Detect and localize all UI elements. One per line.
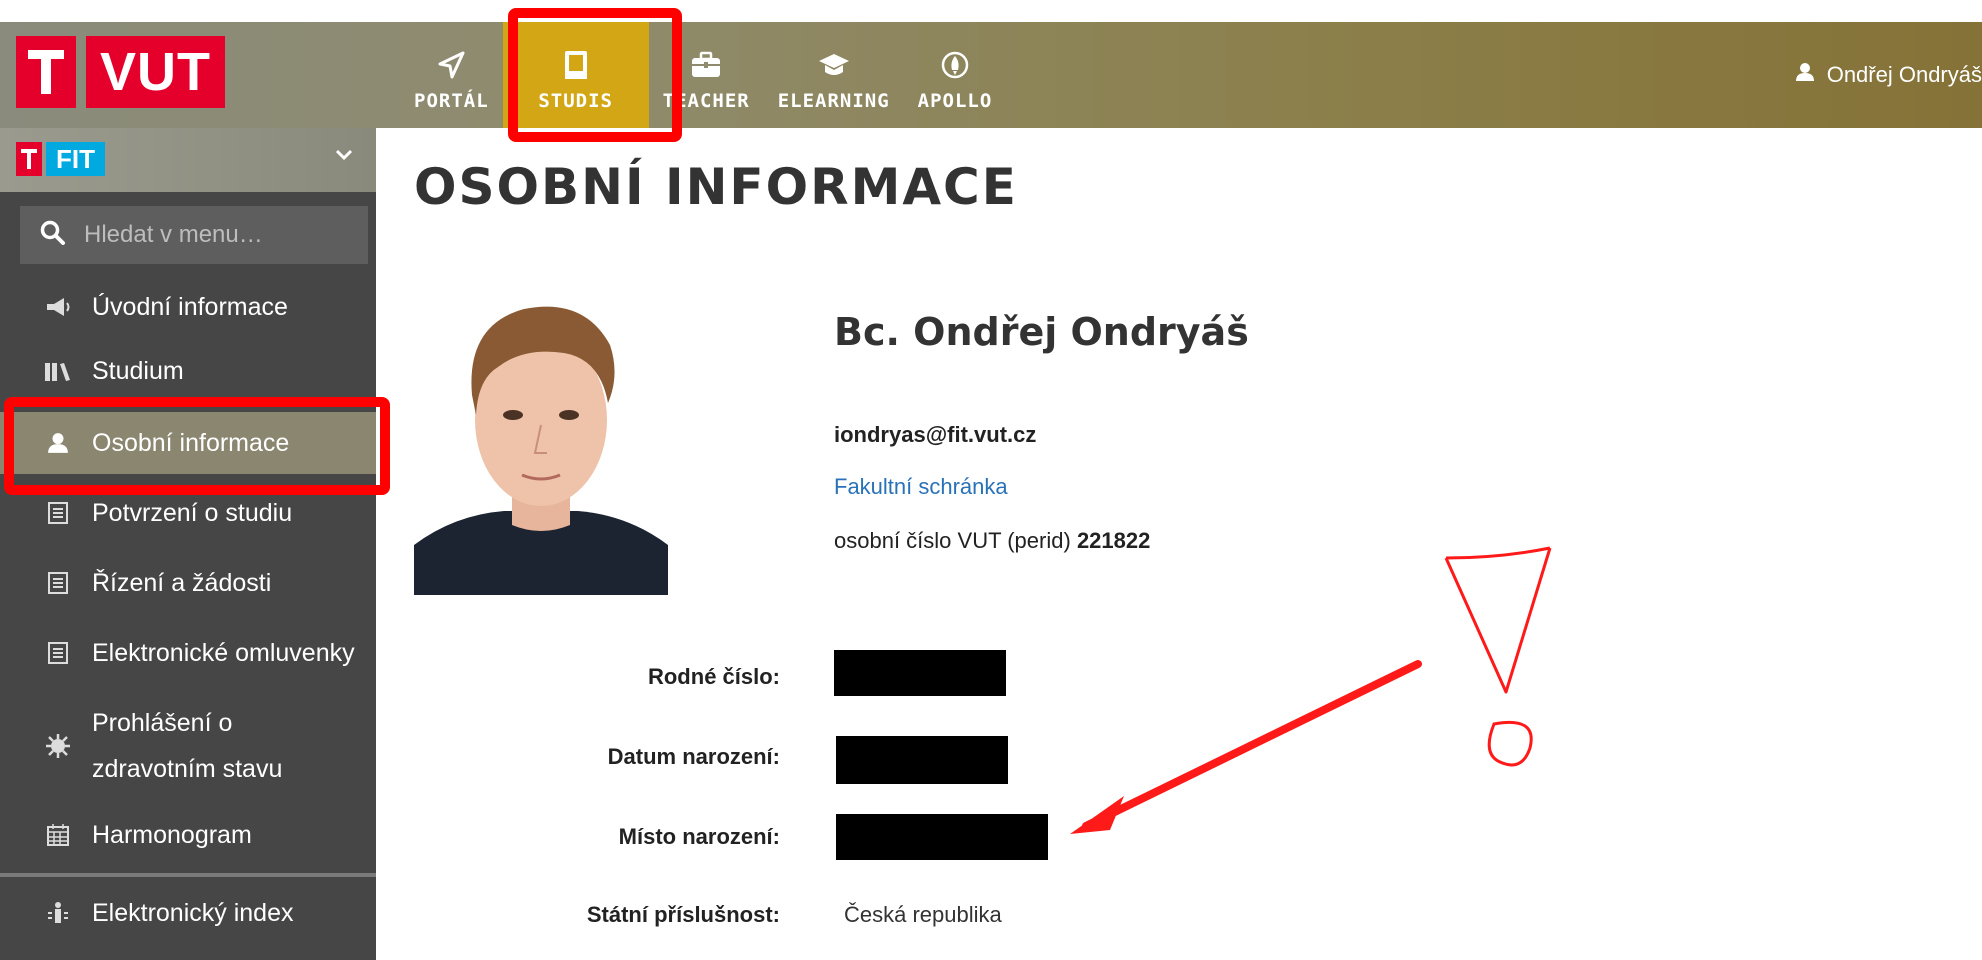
nav-portal[interactable]: PORTÁL xyxy=(400,22,503,128)
redacted-misto-narozeni xyxy=(836,814,1048,860)
person-email: iondryas@fit.vut.cz xyxy=(834,422,1037,447)
sidebar-item-elektronicke-omluvenky[interactable]: Elektronické omluvenky xyxy=(0,624,376,682)
exclamation-mark-stroke xyxy=(1444,546,1552,694)
nav-elearning[interactable]: ELEARNING xyxy=(764,22,904,128)
nav-portal-label: PORTÁL xyxy=(414,90,489,112)
sidebar-item-prohlaseni[interactable]: Prohlášení o zdravotním stavu xyxy=(0,694,376,798)
fit-logo-text: FIT xyxy=(46,142,105,176)
statni-prislusnost-label: Státní příslušnost: xyxy=(586,902,780,927)
arrow-shaft xyxy=(1082,660,1422,830)
rodne-cislo-label: Rodné číslo: xyxy=(647,664,780,689)
page-title: OSOBNÍ INFORMACE xyxy=(414,158,1018,216)
faculty-switcher[interactable]: FIT xyxy=(0,128,376,192)
virus-icon xyxy=(42,732,74,760)
fit-logo: FIT xyxy=(16,142,105,176)
sidebar-item-label: Úvodní informace xyxy=(92,292,288,321)
sidebar-divider xyxy=(0,873,376,877)
books-icon xyxy=(42,360,74,382)
nav-apollo[interactable]: APOLLO xyxy=(904,22,1007,128)
menu-search-input[interactable] xyxy=(82,220,346,250)
sidebar-item-label: Studium xyxy=(92,356,184,385)
sidebar-item-label: Potvrzení o studiu xyxy=(92,498,293,527)
sidebar-item-label: Řízení a žádosti xyxy=(92,568,272,597)
main-nav: PORTÁL STUDIS TEACHER ELEARNING APOLLO xyxy=(400,22,1006,128)
profile-photo xyxy=(414,275,668,595)
index-icon xyxy=(42,901,74,925)
sidebar-item-label: Prohlášení o zdravotním stavu xyxy=(92,700,282,792)
exclamation-mark-dot xyxy=(1487,720,1533,767)
sidebar-item-label: Elektronický index xyxy=(92,898,294,927)
redacted-rodne-cislo xyxy=(834,650,1006,696)
top-strip xyxy=(0,0,1982,22)
perid-value: 221822 xyxy=(1076,528,1151,553)
perid-label: osobní číslo VUT (perid) xyxy=(834,528,1071,553)
sidebar: FIT Úvodní informace Studium Osobní info… xyxy=(0,128,376,960)
sidebar-item-elektronicky-index[interactable]: Elektronický index xyxy=(0,884,376,942)
sidebar-item-rizeni-a-zadosti[interactable]: Řízení a žádosti xyxy=(0,554,376,612)
nav-elearning-label: ELEARNING xyxy=(777,90,890,112)
perid-line: osobní číslo VUT (perid) 221822 xyxy=(834,528,1150,554)
redacted-datum-narozeni xyxy=(836,736,1008,784)
nav-apollo-label: APOLLO xyxy=(917,90,993,112)
vut-logo-text: VUT xyxy=(86,36,225,108)
user-name: Ondřej Ondryáš xyxy=(1826,62,1982,87)
vut-logo[interactable]: VUT xyxy=(16,36,225,108)
sidebar-item-label: Harmonogram xyxy=(92,820,252,849)
document-icon xyxy=(42,571,74,595)
graduation-cap-icon xyxy=(817,48,851,82)
chevron-down-icon[interactable] xyxy=(334,148,354,167)
sidebar-item-label-line1: Prohlášení o xyxy=(92,709,233,737)
sidebar-item-uvodni-informace[interactable]: Úvodní informace xyxy=(0,278,376,336)
user-menu[interactable]: Ondřej Ondryáš xyxy=(1795,22,1982,128)
sidebar-item-label-line2: zdravotním stavu xyxy=(92,755,283,783)
user-icon xyxy=(1795,62,1815,88)
vut-t-mark-icon xyxy=(16,36,76,108)
send-icon xyxy=(436,48,466,82)
statni-prislusnost-value: Česká republika xyxy=(844,902,1002,927)
rocket-icon xyxy=(940,48,970,82)
document-icon xyxy=(42,641,74,665)
faculty-mailbox-link[interactable]: Fakultní schránka xyxy=(834,474,1008,500)
fit-t-mark-icon xyxy=(16,142,42,176)
sidebar-item-studium[interactable]: Studium xyxy=(0,342,376,400)
arrow-head-icon xyxy=(1070,796,1124,834)
sidebar-item-harmonogram[interactable]: Harmonogram xyxy=(0,806,376,864)
top-header: VUT PORTÁL STUDIS TEACHER ELEARNING APOL… xyxy=(0,22,1982,128)
briefcase-icon xyxy=(690,48,722,82)
person-name: Bc. Ondřej Ondryáš xyxy=(834,310,1249,354)
calendar-icon xyxy=(42,823,74,847)
datum-narozeni-label: Datum narození: xyxy=(607,744,780,769)
misto-narozeni-label: Místo narození: xyxy=(618,824,780,849)
search-icon xyxy=(40,220,66,251)
studis-annotation-box xyxy=(508,8,682,142)
osobni-informace-annotation-box xyxy=(4,397,390,495)
menu-search xyxy=(20,206,368,264)
megaphone-icon xyxy=(42,296,74,318)
sidebar-item-label: Elektronické omluvenky xyxy=(92,638,355,667)
document-icon xyxy=(42,501,74,525)
